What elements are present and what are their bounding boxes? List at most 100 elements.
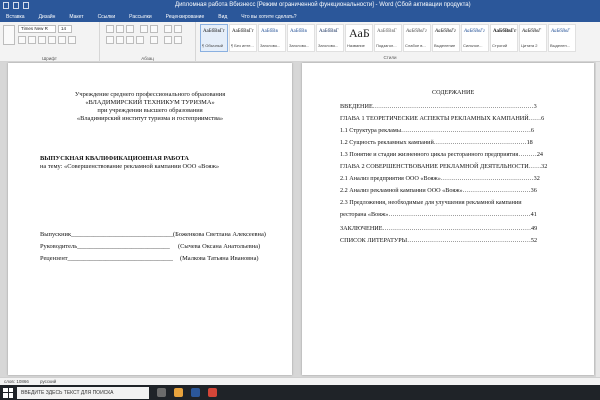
toc-entry[interactable]: ГЛАВА 1 ТЕОРЕТИЧЕСКИЕ АСПЕКТЫ РЕКЛАМНЫХ … (340, 115, 544, 122)
style-name: Слабое в... (405, 43, 426, 48)
taskbar-search-input[interactable]: ВВЕДИТЕ ЗДЕСЬ ТЕКСТ ДЛЯ ПОИСКА (17, 386, 149, 399)
style-emphasis[interactable]: АаБбВвГг Выделение (432, 24, 460, 52)
style-name: Строгий (492, 43, 508, 48)
underline-icon[interactable] (38, 36, 46, 44)
styles-group-label: Стили (383, 55, 397, 60)
paragraph-group-label: Абзац (141, 56, 154, 61)
paste-icon[interactable] (3, 25, 15, 45)
align-right-icon[interactable] (126, 36, 134, 44)
style-intense-emphasis[interactable]: АаБбВвГг Сильное... (461, 24, 489, 52)
institution-line-1: Учреждение среднего профессионального об… (74, 91, 226, 98)
styles-gallery: АаБбВвГг ¶ Обычный АаБбВвГг ¶ Без инте..… (200, 24, 576, 52)
increase-indent-icon[interactable] (150, 25, 158, 33)
style-name: Выделен... (550, 43, 571, 48)
tab-view[interactable]: Вид (216, 14, 229, 20)
signature-name-graduate: (Боженкова Светлана Алексеевна) (173, 231, 266, 238)
style-title[interactable]: АаБ Название (345, 24, 373, 52)
style-name: Название (347, 43, 365, 48)
undo-icon[interactable] (13, 2, 19, 9)
style-heading-1[interactable]: АаБбВв Заголово... (258, 24, 286, 52)
style-sample: АаБбВвГг (493, 29, 517, 34)
tab-design[interactable]: Дизайн (37, 14, 58, 20)
toc-entry[interactable]: ГЛАВА 2 СОВЕРШЕНСТВОВАНИЕ РЕКЛАМНОЙ ДЕЯТ… (340, 163, 547, 170)
italic-icon[interactable] (28, 36, 36, 44)
justify-icon[interactable] (136, 36, 144, 44)
browser-icon[interactable] (208, 388, 217, 397)
redo-icon[interactable] (23, 2, 29, 9)
font-group: Times New R 14 Шрифт (0, 22, 100, 62)
task-view-icon[interactable] (157, 388, 166, 397)
style-subtle-emphasis[interactable]: АаБбВвГг Слабое в... (403, 24, 431, 52)
toc-entry[interactable]: 1.3 Понятие и стадии жизненного цикла ре… (340, 151, 543, 158)
show-marks-icon[interactable] (174, 25, 182, 33)
borders-icon[interactable] (174, 36, 182, 44)
word-icon[interactable] (191, 388, 200, 397)
font-name-field[interactable]: Times New R (18, 25, 56, 33)
style-intense-quote[interactable]: АаБбВвГ Выделен... (548, 24, 576, 52)
strikethrough-icon[interactable] (48, 36, 56, 44)
sort-icon[interactable] (164, 25, 172, 33)
toc-entry[interactable]: 2.3 Предложения, необходимые для улучшен… (340, 199, 522, 206)
style-sample: АаБбВвГг (232, 29, 254, 34)
align-center-icon[interactable] (116, 36, 124, 44)
file-explorer-icon[interactable] (174, 388, 183, 397)
work-title: ВЫПУСКНАЯ КВАЛИФИКАЦИОННАЯ РАБОТА (40, 155, 189, 162)
style-name: Заголово... (289, 43, 310, 48)
tab-insert[interactable]: Вставка (4, 14, 27, 20)
style-name: Заголово... (260, 43, 281, 48)
style-sample: АаБбВвГг (406, 29, 427, 34)
style-heading-3[interactable]: АаБбВвГ Заголово... (316, 24, 344, 52)
style-sample: АаБбВв (290, 29, 307, 34)
font-size-field[interactable]: 14 (58, 25, 72, 33)
style-heading-2[interactable]: АаБбВв Заголово... (287, 24, 315, 52)
toc-entry[interactable]: 1.1 Структура рекламы…………………………………………………… (340, 127, 534, 134)
page-title-page[interactable]: Учреждение среднего профессионального об… (8, 63, 292, 375)
decrease-indent-icon[interactable] (140, 25, 148, 33)
style-sample: АаБбВвГг (435, 29, 456, 34)
bold-icon[interactable] (18, 36, 26, 44)
style-name: ¶ Без инте... (231, 43, 254, 48)
tab-references[interactable]: Ссылки (96, 14, 118, 20)
tab-layout[interactable]: Макет (67, 14, 85, 20)
font-color-icon[interactable] (68, 36, 76, 44)
document-area[interactable]: Учреждение среднего профессионального об… (0, 62, 600, 377)
bullets-icon[interactable] (106, 25, 114, 33)
signature-name-reviewer: (Малкова Татьяна Ивановна) (180, 255, 259, 262)
tell-me-search[interactable]: Что вы хотите сделать? (239, 14, 298, 20)
style-name: ¶ Обычный (202, 43, 223, 48)
toc-entry[interactable]: СПИСОК ЛИТЕРАТУРЫ……………………………………………………52 (340, 237, 537, 244)
subscript-icon[interactable] (58, 36, 66, 44)
page-contents[interactable]: СОДЕРЖАНИЕ ВВЕДЕНИЕ………………………………………………………… (302, 63, 594, 375)
style-sample: АаБбВвГ (522, 29, 542, 34)
shading-icon[interactable] (164, 36, 172, 44)
style-subtitle[interactable]: АаБбВвГ Подзагол... (374, 24, 402, 52)
toc-entry[interactable]: ЗАКЛЮЧЕНИЕ………………………………………………………………49 (340, 225, 537, 232)
font-group-label: Шрифт (42, 56, 57, 61)
style-quote-2[interactable]: АаБбВвГ Цитата 2 (519, 24, 547, 52)
tab-mailings[interactable]: Рассылки (127, 14, 153, 20)
toc-entry[interactable]: 1.2 Сущность рекламных кампаний………………………… (340, 139, 533, 146)
style-no-spacing[interactable]: АаБбВвГг ¶ Без инте... (229, 24, 257, 52)
align-left-icon[interactable] (106, 36, 114, 44)
toc-entry[interactable]: ресторана «Вояж»……………………………………………………………4… (340, 211, 537, 218)
numbering-icon[interactable] (116, 25, 124, 33)
toc-entry[interactable]: 2.1 Анализ предприятия ООО «Вояж»…………………… (340, 175, 540, 182)
tab-review[interactable]: Рецензирование (164, 14, 207, 20)
style-sample: АаБбВвГг (464, 29, 485, 34)
status-bar: слов: 10866 русский (0, 377, 600, 385)
line-spacing-icon[interactable] (150, 36, 158, 44)
style-sample: АаБбВв (261, 29, 278, 34)
ribbon-tabs: Вставка Дизайн Макет Ссылки Рассылки Рец… (0, 12, 600, 22)
windows-start-icon[interactable] (3, 387, 13, 398)
vertical-scrollbar[interactable] (596, 62, 600, 377)
style-normal[interactable]: АаБбВвГг ¶ Обычный (200, 24, 228, 52)
toc-entry[interactable]: ВВЕДЕНИЕ……………………………………………………………………3 (340, 103, 537, 110)
word-count[interactable]: слов: 10866 (4, 379, 29, 384)
style-name: Цитата 2 (521, 43, 538, 48)
paragraph-group: Абзац (100, 22, 196, 62)
multilevel-list-icon[interactable] (126, 25, 134, 33)
style-strong[interactable]: АаБбВвГг Строгий (490, 24, 518, 52)
toc-entry[interactable]: 2.2 Анализ рекламной кампании ООО «Вояж»… (340, 187, 537, 194)
language-indicator[interactable]: русский (40, 379, 56, 384)
save-icon[interactable] (3, 2, 9, 9)
